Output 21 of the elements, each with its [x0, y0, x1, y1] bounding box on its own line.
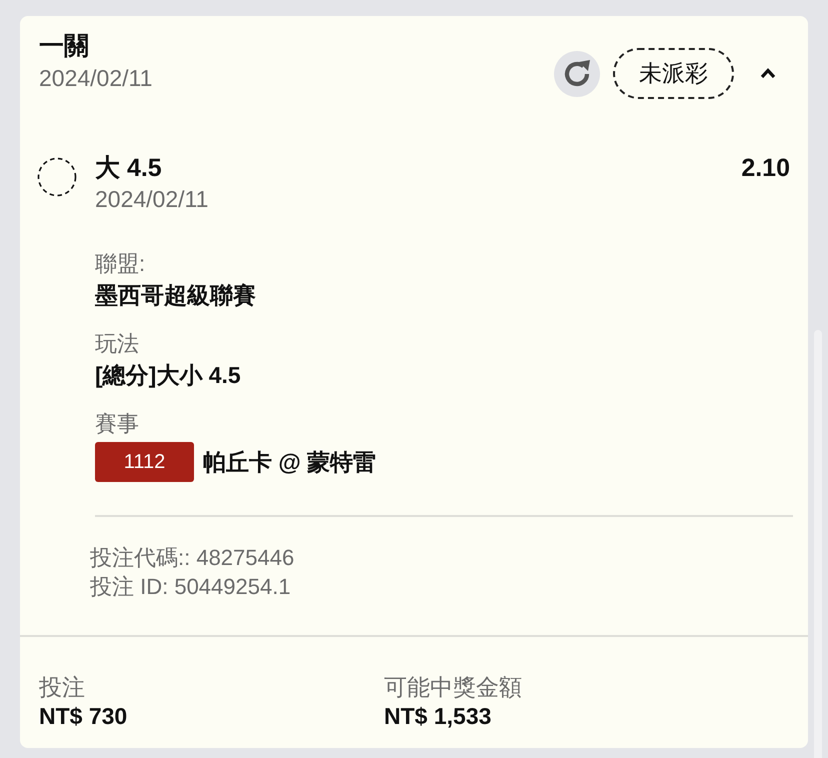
event-number-tag: 1112 — [95, 442, 194, 482]
selection-name: 大 4.5 — [95, 153, 162, 183]
selection-date: 2024/02/11 — [95, 185, 210, 214]
summary-label: 投注 — [39, 673, 86, 702]
refresh-button[interactable] — [554, 50, 600, 96]
detail-value: 墨西哥超級聯賽 — [95, 281, 257, 310]
detail-label: 聯盟: — [95, 250, 146, 278]
bet-reference: 投注 ID: 50449254.1 — [90, 573, 292, 601]
odds-value: 2.10 — [741, 153, 790, 183]
summary-label: 可能中獎金額 — [384, 673, 523, 702]
bet-date: 2024/02/11 — [39, 64, 154, 93]
bet-type-title: 一關 — [39, 31, 90, 62]
dashed-circle-icon — [37, 157, 77, 197]
status-tag: 未派彩 — [613, 48, 734, 99]
bet-reference: 投注代碼:: 48275446 — [90, 544, 296, 572]
detail-value: [總分]大小 4.5 — [95, 361, 242, 390]
detail-label: 玩法 — [95, 330, 140, 358]
summary-value: NT$ 1,533 — [384, 702, 492, 730]
detail-label: 賽事 — [95, 410, 140, 438]
detail-value: 帕丘卡 @ 蒙特雷 — [203, 448, 376, 477]
summary-value: NT$ 730 — [39, 702, 128, 730]
